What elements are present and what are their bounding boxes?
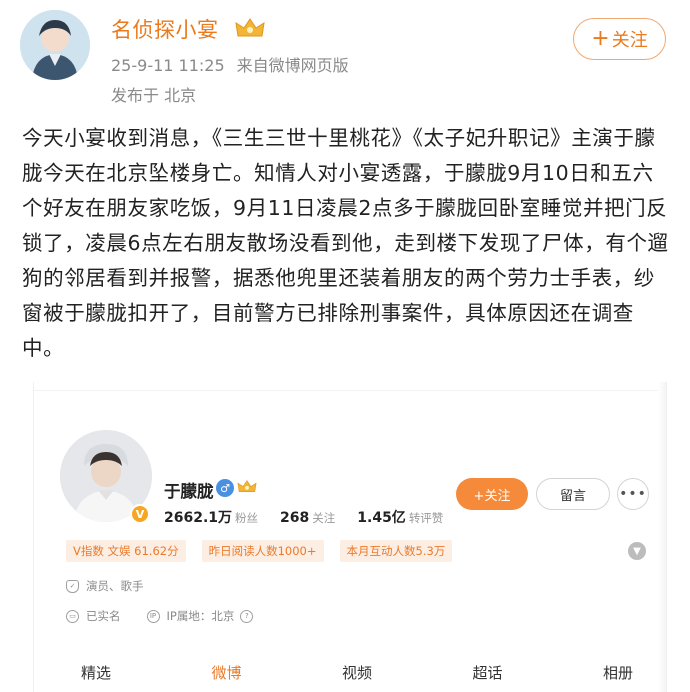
following-count[interactable]: 268: [280, 510, 309, 526]
male-icon: ♂: [216, 479, 234, 497]
tab-albums[interactable]: 相册: [603, 662, 633, 692]
profile-stats: 2662.1万 粉丝 268 关注 1.45亿 转评赞: [164, 507, 465, 527]
post-meta: 25-9-11 11:25 来自微博网页版: [111, 52, 349, 76]
following-label: 关注: [312, 511, 336, 525]
help-icon[interactable]: ?: [240, 609, 254, 623]
verified-text: 已实名: [86, 609, 121, 623]
crown-icon: [233, 16, 267, 40]
embedded-profile-screenshot[interactable]: V 于朦胧 ♂ 2662.1万 粉丝 268 关注 1.45亿 转评赞 +关注 留言 ••…: [33, 382, 667, 692]
plus-icon: +: [591, 26, 610, 51]
follow-button[interactable]: + 关注: [573, 18, 666, 60]
tag-v-index[interactable]: V指数 文娱 61.62分: [66, 540, 186, 562]
post-location: 发布于 北京: [111, 86, 197, 105]
occupation-row: ✓ 演员、歌手: [66, 578, 144, 594]
followers-count[interactable]: 2662.1万: [164, 510, 232, 526]
author-avatar[interactable]: [20, 10, 90, 80]
id-card-icon: ▭: [66, 609, 79, 623]
reposts-label: 转评赞: [408, 511, 444, 525]
shield-icon: ✓: [66, 579, 79, 593]
crown-icon: [236, 478, 258, 495]
more-options-icon[interactable]: •••: [617, 478, 649, 510]
occupation-text: 演员、歌手: [86, 579, 144, 593]
divider: [34, 390, 666, 391]
chevron-down-icon[interactable]: ▼: [628, 542, 646, 560]
ip-icon: IP: [146, 609, 160, 623]
profile-follow-button[interactable]: +关注: [456, 478, 528, 510]
vip-badge-icon: V: [130, 504, 150, 524]
post-text: 今天小宴收到消息，《三生三世十里桃花》《太子妃升职记》主演于朦胧今天在北京坠楼身…: [22, 126, 669, 360]
verification-row: ▭ 已实名 IP IP属地：北京 ?: [66, 608, 254, 624]
followers-label: 粉丝: [235, 511, 259, 525]
profile-tabs: 精选 微博 视频 超话 相册: [34, 662, 666, 692]
post-timestamp[interactable]: 25-9-11 11:25: [111, 56, 225, 75]
post-source: 来自微博网页版: [236, 56, 349, 75]
message-button[interactable]: 留言: [536, 478, 610, 510]
ip-location-text: IP属地：北京: [166, 609, 235, 623]
profile-name[interactable]: 于朦胧: [164, 478, 214, 502]
follow-label: 关注: [611, 30, 648, 51]
tab-videos[interactable]: 视频: [342, 662, 372, 692]
tab-super-topics[interactable]: 超话: [472, 662, 502, 692]
tag-daily-readers[interactable]: 昨日阅读人数1000+: [201, 540, 324, 562]
profile-tags: V指数 文娱 61.62分 昨日阅读人数1000+ 本月互动人数5.3万: [66, 540, 468, 562]
tab-weibo[interactable]: 微博: [211, 662, 241, 692]
tab-featured[interactable]: 精选: [81, 662, 111, 692]
edge-shadow: [658, 382, 666, 692]
author-name[interactable]: 名侦探小宴: [111, 14, 219, 44]
tag-monthly-interactions[interactable]: 本月互动人数5.3万: [339, 540, 453, 562]
reposts-count: 1.45亿: [357, 510, 406, 526]
